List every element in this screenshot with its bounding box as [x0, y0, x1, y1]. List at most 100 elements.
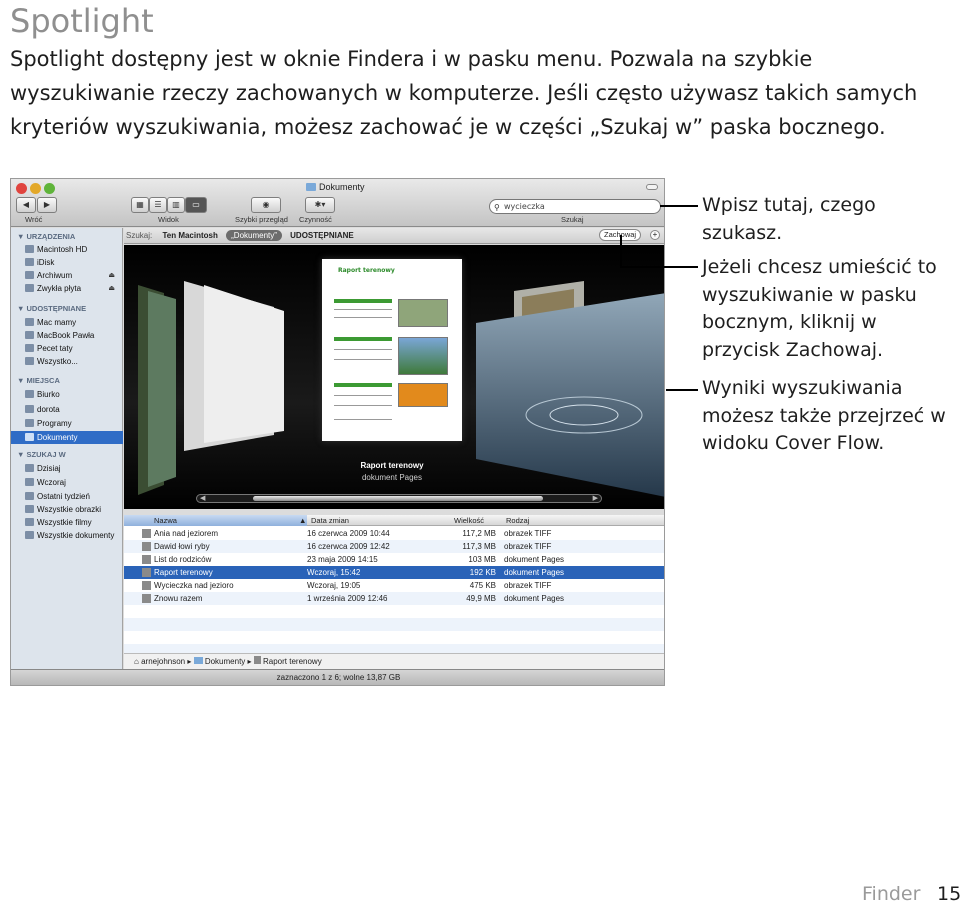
row-kind: dokument Pages	[504, 594, 565, 603]
coverflow-scrollbar[interactable]: ◀ ▶	[196, 494, 602, 503]
table-row[interactable]: Ania nad jeziorem 16 czerwca 2009 10:44 11…	[124, 527, 664, 540]
cover-doc-bar	[334, 337, 392, 341]
sidebar-item-idisk[interactable]: iDisk	[25, 256, 121, 269]
sidebar-item-disc[interactable]: Zwykła płyta ⏏	[25, 282, 121, 295]
intro-paragraph: Spotlight dostępny jest w oknie Findera …	[10, 47, 918, 139]
sidebar-item-search[interactable]: Wczoraj	[25, 476, 121, 489]
scope-documents[interactable]: „Dokumenty”	[226, 230, 282, 241]
path-item[interactable]: arnejohnson	[141, 657, 185, 666]
table-row[interactable]: Znowu razem 1 września 2009 12:46 49,9 MB d…	[124, 592, 664, 605]
path-item[interactable]: Raport terenowy	[263, 657, 322, 666]
sidebar-item-desktop[interactable]: Biurko	[25, 388, 121, 401]
table-row[interactable]: Raport terenowy Wczoraj, 15:42 192 KB dokum…	[124, 566, 664, 579]
coverflow-view-button[interactable]: ▭	[185, 197, 207, 213]
column-header-name[interactable]: Nazwa	[154, 515, 177, 526]
sidebar-header-devices: ▼ URZĄDZENIA	[17, 232, 76, 241]
sidebar-header-search: ▼ SZUKAJ W	[17, 450, 66, 459]
empty-row	[124, 618, 664, 631]
smart-folder-icon	[25, 518, 34, 526]
row-size: 103 MB	[468, 555, 496, 564]
folder-icon	[306, 183, 316, 191]
action-label: Czynność	[299, 215, 332, 224]
eject-icon[interactable]: ⏏	[108, 269, 115, 282]
file-icon	[142, 529, 151, 538]
sidebar-item-documents[interactable]: Dokumenty	[11, 431, 123, 444]
toolbar-toggle-button[interactable]	[646, 184, 658, 190]
column-header-size[interactable]: Wielkość	[454, 515, 484, 526]
eject-icon[interactable]: ⏏	[108, 282, 115, 295]
forward-button[interactable]: ▶	[37, 197, 57, 213]
action-button[interactable]: ✱▾	[305, 197, 335, 213]
cover-doc-heading: Raport terenowy	[338, 267, 395, 274]
sidebar-item-search[interactable]: Wszystkie filmy	[25, 516, 121, 529]
computer-icon	[25, 331, 34, 339]
empty-row	[124, 605, 664, 618]
row-name: Raport terenowy	[154, 568, 213, 577]
sidebar-item-shared[interactable]: Pecet taty	[25, 342, 121, 355]
sidebar-item-search[interactable]: Wszystkie dokumenty	[25, 529, 121, 542]
sidebar-item-shared[interactable]: Mac mamy	[25, 316, 121, 329]
scope-shared[interactable]: UDOSTĘPNIANE	[290, 231, 354, 240]
file-icon	[142, 542, 151, 551]
sidebar-header-shared: ▼ UDOSTĘPNIANE	[17, 304, 87, 313]
sidebar-item-search[interactable]: Wszystkie obrazki	[25, 503, 121, 516]
cover-left-photo	[148, 291, 176, 487]
sidebar-item-macintosh-hd[interactable]: Macintosh HD	[25, 243, 121, 256]
sidebar-item-applications[interactable]: Programy	[25, 417, 121, 430]
cover-doc-bar	[334, 299, 392, 303]
smart-folder-icon	[25, 505, 34, 513]
icon-view-button[interactable]: ▦	[131, 197, 149, 213]
column-view-button[interactable]: ▥	[167, 197, 185, 213]
column-header-kind[interactable]: Rodzaj	[506, 515, 529, 526]
scope-label: Szukaj:	[126, 231, 153, 240]
smart-folder-icon	[25, 531, 34, 539]
row-date: 16 czerwca 2009 12:42	[307, 542, 390, 551]
sidebar-item-search[interactable]: Dzisiaj	[25, 462, 121, 475]
table-row[interactable]: List do rodziców 23 maja 2009 14:15 103 MB…	[124, 553, 664, 566]
minimize-window-icon[interactable]	[30, 183, 41, 194]
search-icon: ⚲	[494, 203, 500, 212]
cover-doc-line	[334, 395, 392, 396]
coverflow-scroll-thumb[interactable]	[253, 496, 543, 501]
row-size: 192 KB	[469, 568, 496, 577]
applications-icon	[25, 419, 34, 427]
cover-center-document[interactable]: Raport terenowy	[322, 259, 462, 441]
row-name: Ania nad jeziorem	[154, 529, 219, 538]
path-item[interactable]: Dokumenty	[205, 657, 245, 666]
back-button[interactable]: ◀	[16, 197, 36, 213]
column-header-date[interactable]: Data zmian	[311, 515, 349, 526]
hard-drive-icon	[25, 245, 34, 253]
list-header: Nazwa ▲ Data zmian Wielkość Rodzaj	[124, 515, 664, 526]
sidebar-item-home[interactable]: dorota	[25, 403, 121, 416]
row-kind: dokument Pages	[504, 568, 565, 577]
list-view-button[interactable]: ☰	[149, 197, 167, 213]
globe-icon	[25, 357, 34, 365]
scroll-right-icon[interactable]: ▶	[593, 494, 598, 502]
add-criteria-button[interactable]: +	[650, 230, 660, 240]
table-row[interactable]: Wycieczka nad jezioro Wczoraj, 19:05 475 K…	[124, 579, 664, 592]
table-row[interactable]: Dawid łowi ryby 16 czerwca 2009 12:42 117,…	[124, 540, 664, 553]
callout-save: Jeżeli chcesz umieścić to wyszukiwanie w…	[702, 256, 937, 361]
row-size: 49,9 MB	[466, 594, 496, 603]
scroll-left-icon[interactable]: ◀	[200, 494, 205, 502]
cover-doc-bar	[334, 383, 392, 387]
cover-doc-line	[334, 405, 392, 406]
coverflow-area[interactable]: Raport terenowy Raport terenowy dokument…	[124, 245, 664, 509]
home-icon: ⌂	[134, 657, 139, 666]
path-bar: ⌂ arnejohnson ▸ Dokumenty ▸ Raport teren…	[124, 653, 664, 669]
close-window-icon[interactable]	[16, 183, 27, 194]
sidebar-item-search[interactable]: Ostatni tydzień	[25, 490, 121, 503]
search-scope-bar: Szukaj: Ten Macintosh „Dokumenty” UDOSTĘ…	[124, 228, 664, 244]
file-icon	[142, 568, 151, 577]
sidebar-item-archive[interactable]: Archiwum ⏏	[25, 269, 121, 282]
zoom-window-icon[interactable]	[44, 183, 55, 194]
scope-this-mac[interactable]: Ten Macintosh	[162, 231, 217, 240]
search-input[interactable]: ⚲ wycieczka	[489, 199, 661, 214]
computer-icon	[25, 344, 34, 352]
sidebar-item-shared[interactable]: MacBook Pawła	[25, 329, 121, 342]
sidebar-item-shared-all[interactable]: Wszystko...	[25, 355, 121, 368]
quicklook-button[interactable]: ◉	[251, 197, 281, 213]
file-icon	[142, 594, 151, 603]
idisk-icon	[25, 258, 34, 266]
cover-doc-line	[334, 349, 392, 350]
